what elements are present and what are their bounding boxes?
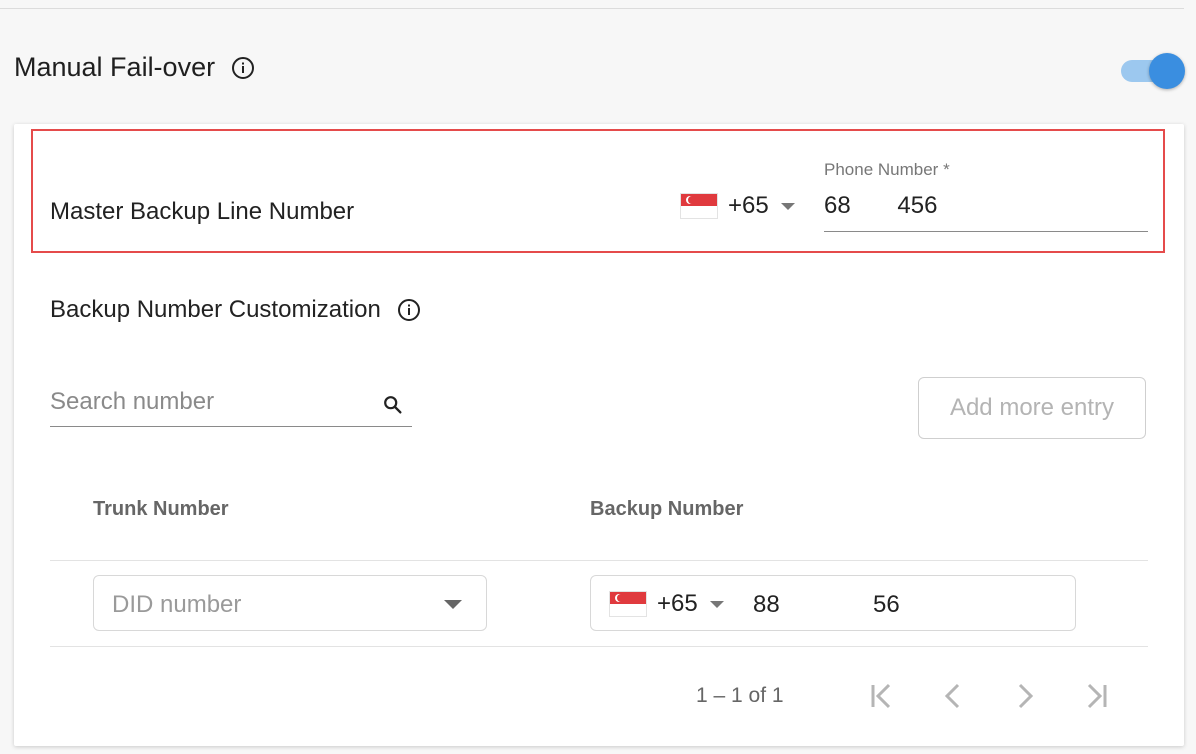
- column-header-trunk: Trunk Number: [93, 498, 229, 520]
- search-icon[interactable]: [382, 394, 404, 421]
- section-title: Manual Fail-over: [14, 52, 216, 82]
- failover-card: Master Backup Line Number +65 Phone Numb…: [14, 124, 1184, 746]
- pagination-range: 1 – 1 of 1: [696, 684, 784, 707]
- did-number-placeholder: DID number: [112, 591, 242, 618]
- backup-number-field: +65: [590, 575, 1076, 631]
- column-header-backup: Backup Number: [590, 498, 744, 520]
- last-page-icon[interactable]: [1077, 679, 1117, 713]
- add-more-entry-button[interactable]: Add more entry: [918, 377, 1146, 439]
- first-page-icon[interactable]: [861, 679, 901, 713]
- master-phone-field: Phone Number *: [824, 160, 1148, 232]
- top-divider: [0, 8, 1184, 9]
- table-divider: [50, 646, 1148, 647]
- caret-down-icon: [780, 202, 795, 210]
- failover-toggle[interactable]: [1119, 52, 1185, 90]
- section-header: Manual Fail-over: [14, 52, 255, 83]
- info-icon[interactable]: [397, 298, 421, 322]
- previous-page-icon[interactable]: [933, 679, 973, 713]
- phone-number-label: Phone Number *: [824, 160, 950, 179]
- customization-header: Backup Number Customization: [50, 296, 421, 324]
- backup-country-select[interactable]: +65: [609, 590, 724, 618]
- backup-number-input[interactable]: [753, 591, 1053, 619]
- master-country-code: +65: [728, 192, 769, 219]
- search-input[interactable]: [50, 388, 370, 416]
- info-icon[interactable]: [231, 56, 255, 80]
- next-page-icon[interactable]: [1005, 679, 1045, 713]
- customization-title: Backup Number Customization: [50, 296, 381, 323]
- singapore-flag-icon: [609, 591, 647, 617]
- caret-down-icon: [444, 600, 462, 609]
- search-field: [50, 378, 412, 427]
- master-country-select[interactable]: +65: [680, 192, 795, 220]
- did-number-select[interactable]: DID number: [93, 575, 487, 631]
- backup-country-code: +65: [657, 590, 698, 617]
- master-backup-label: Master Backup Line Number: [50, 198, 355, 225]
- master-phone-input[interactable]: [824, 192, 1144, 220]
- caret-down-icon: [709, 600, 724, 608]
- singapore-flag-icon: [680, 193, 718, 219]
- table-divider: [50, 560, 1148, 561]
- toggle-thumb: [1149, 53, 1185, 89]
